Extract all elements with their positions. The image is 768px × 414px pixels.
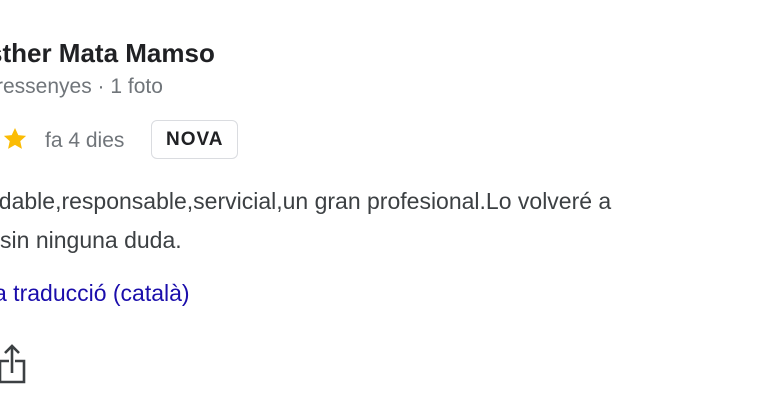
review-date: fa 4 dies [45, 129, 125, 152]
share-button[interactable] [0, 340, 34, 388]
new-badge: NOVA [151, 120, 239, 159]
star-icon [2, 126, 28, 152]
reviewer-stats: ressenyes · 1 foto [0, 75, 163, 98]
review-text: adable,responsable,servicial,un gran pro… [0, 182, 768, 260]
reviewer-name[interactable]: sther Mata Mamso [0, 38, 215, 69]
translation-link[interactable]: a traducció (català) [0, 280, 190, 307]
review-text-line: r sin ninguna duda. [0, 227, 182, 253]
review-card: sther Mata Mamso ressenyes · 1 foto fa 4… [0, 0, 768, 414]
share-icon [0, 344, 26, 384]
rating-row: fa 4 dies NOVA [0, 118, 768, 164]
review-text-line: adable,responsable,servicial,un gran pro… [0, 188, 612, 214]
